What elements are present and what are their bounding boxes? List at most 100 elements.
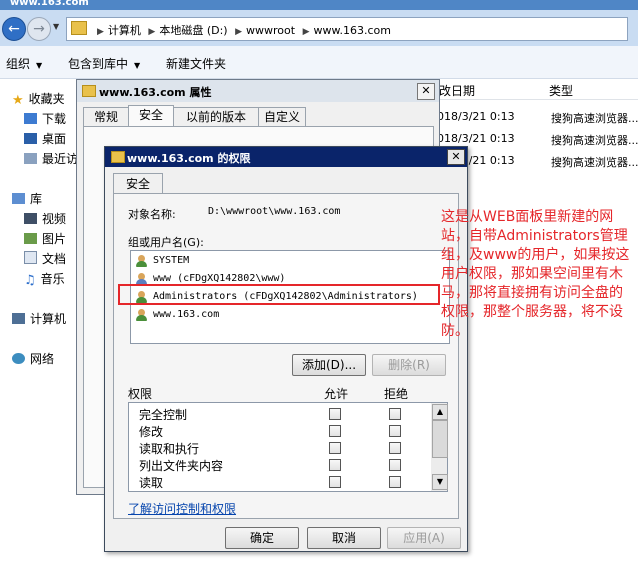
picture-icon: [24, 233, 37, 244]
organize-button[interactable]: 组织 ▼: [6, 55, 42, 72]
scroll-up-icon[interactable]: ▲: [432, 404, 448, 420]
tab-customize[interactable]: 自定义: [258, 107, 306, 127]
nav-label: 网络: [30, 352, 55, 366]
address-bar[interactable]: ▶ 计算机 ▶ 本地磁盘 (D:) ▶ wwwroot ▶ www.163.com: [66, 17, 628, 41]
learn-more-link[interactable]: 了解访问控制和权限: [128, 500, 236, 517]
user-name: www.163.com: [153, 309, 220, 320]
user-row-system[interactable]: SYSTEM: [133, 253, 443, 271]
tab-security[interactable]: 安全: [113, 173, 163, 194]
remove-button[interactable]: 删除(R): [372, 354, 446, 376]
command-bar: 组织 ▼ 包含到库中 ▼ 新建文件夹: [0, 46, 638, 79]
video-icon: [24, 213, 37, 224]
file-list-header: 改日期 类型: [437, 79, 638, 100]
chevron-down-icon: ▼: [134, 61, 141, 70]
breadcrumb-computer[interactable]: 计算机: [108, 24, 141, 37]
permissions-dialog: www.163.com 的权限 ✕ 安全 对象名称: D:\wwwroot\ww…: [104, 146, 468, 552]
allow-header: 允许: [324, 387, 349, 401]
chevron-right-icon: ▶: [97, 27, 104, 37]
recent-pages-button[interactable]: ▼: [53, 22, 59, 31]
nav-computer[interactable]: 计算机: [12, 310, 66, 327]
allow-checkbox[interactable]: [329, 476, 341, 488]
allow-checkbox[interactable]: [329, 459, 341, 471]
permissions-titlebar: www.163.com 的权限 ✕: [105, 147, 467, 167]
column-date-modified[interactable]: 改日期: [439, 82, 475, 99]
computer-icon: [12, 313, 25, 324]
highlight-box: [118, 284, 440, 305]
permission-row: 修改: [129, 422, 429, 439]
deny-checkbox[interactable]: [389, 408, 401, 420]
permissions-scrollbar[interactable]: ▲ ▼: [431, 402, 448, 492]
nav-label: 收藏夹: [28, 92, 65, 106]
file-row[interactable]: 018/3/21 0:13 搜狗高速浏览器...: [437, 106, 638, 128]
deny-checkbox[interactable]: [389, 425, 401, 437]
user-name: www (cFDgXQ142802\www): [153, 273, 286, 284]
include-library-label: 包含到库中: [68, 57, 129, 71]
tab-security[interactable]: 安全: [128, 105, 174, 127]
object-name-value: D:\wwwroot\www.163.com: [208, 206, 341, 217]
nav-recent[interactable]: 最近访: [24, 150, 78, 167]
close-button[interactable]: ✕: [447, 149, 465, 165]
chevron-down-icon: ▼: [36, 61, 43, 70]
nav-network[interactable]: 网络: [12, 350, 54, 367]
allow-checkbox[interactable]: [329, 425, 341, 437]
close-button[interactable]: ✕: [417, 83, 435, 100]
document-icon: [24, 251, 37, 264]
desktop-icon: [24, 133, 37, 144]
scroll-thumb[interactable]: [432, 420, 448, 458]
ok-button[interactable]: 确定: [225, 527, 299, 549]
tab-previous-versions[interactable]: 以前的版本: [173, 107, 259, 127]
file-type: 搜狗高速浏览器...: [551, 156, 638, 169]
folder-icon: [111, 151, 125, 163]
new-folder-button[interactable]: 新建文件夹: [166, 55, 226, 72]
permission-row: 读取: [129, 473, 429, 490]
nav-label: 图片: [42, 232, 67, 246]
chevron-right-icon: ▶: [148, 27, 156, 37]
cancel-button[interactable]: 取消: [307, 527, 381, 549]
deny-checkbox[interactable]: [389, 442, 401, 454]
column-type[interactable]: 类型: [549, 82, 573, 99]
permission-name: 列出文件夹内容: [139, 459, 224, 473]
permission-name: 读取: [139, 476, 164, 490]
user-row-site[interactable]: www.163.com: [133, 307, 443, 325]
permissions-title: www.163.com 的权限: [127, 152, 251, 165]
file-type: 搜狗高速浏览器...: [551, 112, 638, 125]
nav-music[interactable]: ♫ 音乐: [24, 270, 65, 288]
nav-downloads[interactable]: 下载: [24, 110, 66, 127]
forward-button[interactable]: →: [27, 17, 51, 41]
back-button[interactable]: ←: [2, 17, 26, 41]
nav-libraries[interactable]: 库: [12, 190, 42, 207]
properties-titlebar: www.163.com 属性 ✕: [77, 80, 439, 102]
allow-checkbox[interactable]: [329, 442, 341, 454]
folder-icon: [71, 21, 87, 35]
add-button[interactable]: 添加(D)...: [292, 354, 366, 376]
nav-label: 桌面: [42, 132, 67, 146]
nav-label: 文档: [42, 252, 67, 266]
library-icon: [12, 193, 25, 204]
music-note-icon: ♫: [24, 273, 36, 288]
file-type: 搜狗高速浏览器...: [551, 134, 638, 147]
breadcrumb-site[interactable]: www.163.com: [314, 24, 391, 37]
apply-button[interactable]: 应用(A): [387, 527, 461, 549]
breadcrumb-wwwroot[interactable]: wwwroot: [246, 24, 295, 37]
tab-general[interactable]: 常规: [83, 107, 129, 127]
deny-checkbox[interactable]: [389, 476, 401, 488]
deny-header: 拒绝: [384, 387, 409, 401]
chevron-right-icon: ▶: [302, 27, 310, 37]
nav-label: 计算机: [30, 312, 67, 326]
breadcrumb-disk[interactable]: 本地磁盘 (D:): [159, 24, 227, 37]
nav-desktop[interactable]: 桌面: [24, 130, 66, 147]
allow-checkbox[interactable]: [329, 408, 341, 420]
nav-videos[interactable]: 视频: [24, 210, 66, 227]
permissions-table: 完全控制 修改 读取和执行 列出文件夹内容 读取: [128, 402, 432, 492]
properties-title: www.163.com 属性: [99, 86, 212, 99]
user-name: SYSTEM: [153, 255, 190, 266]
nav-documents[interactable]: 文档: [24, 250, 66, 267]
include-in-library-button[interactable]: 包含到库中 ▼: [68, 55, 140, 72]
organize-label: 组织: [6, 57, 31, 71]
nav-favorites[interactable]: ★ 收藏夹: [12, 90, 65, 108]
scroll-down-icon[interactable]: ▼: [432, 474, 448, 490]
nav-pictures[interactable]: 图片: [24, 230, 66, 247]
annotation-text: 这是从WEB面板里新建的网站，自带Administrators管理组，及www的…: [441, 209, 630, 339]
deny-checkbox[interactable]: [389, 459, 401, 471]
recent-places-icon: [24, 153, 37, 164]
